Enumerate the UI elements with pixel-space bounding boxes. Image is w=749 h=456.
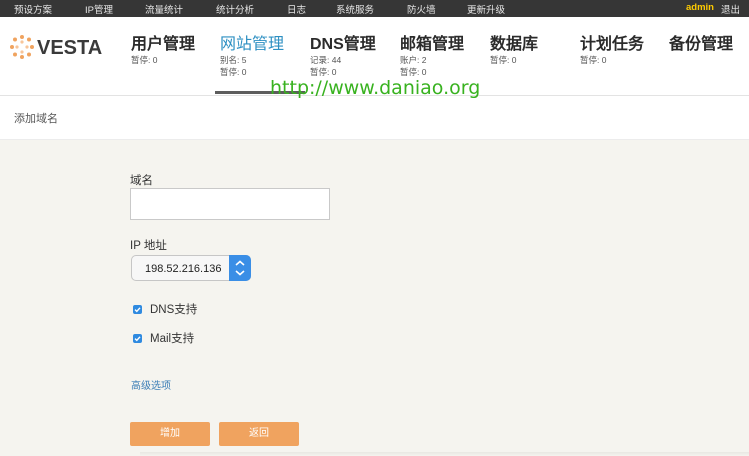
page-title: 添加域名 bbox=[14, 113, 58, 125]
checkmark-icon bbox=[134, 336, 141, 342]
top-menu-bar: 预设方案 IP管理 流量统计 统计分析 日志 系统服务 防火墙 更新升级 adm… bbox=[0, 0, 749, 17]
nav-web-title: 网站管理 bbox=[220, 36, 285, 53]
user-name-link[interactable]: admin bbox=[686, 2, 714, 13]
nav-cron-stat: 暂停: 0 bbox=[580, 55, 607, 65]
nav-mail-stat-accounts: 账户: 2 bbox=[400, 55, 427, 65]
mail-support-checkbox[interactable] bbox=[133, 334, 142, 343]
nav-web-stat-suspended: 暂停: 0 bbox=[220, 67, 247, 77]
top-menu-ip[interactable]: IP管理 bbox=[85, 2, 113, 16]
back-button[interactable]: 返回 bbox=[219, 422, 299, 446]
top-menu-traffic[interactable]: 流量统计 bbox=[145, 2, 183, 16]
watermark-text: http://www.daniao.org bbox=[270, 77, 481, 99]
ip-select[interactable]: 198.52.216.136 bbox=[131, 255, 251, 281]
mail-support-label: Mail支持 bbox=[150, 333, 195, 345]
checkmark-icon bbox=[134, 307, 141, 313]
nav-backup-title: 备份管理 bbox=[669, 36, 734, 53]
add-button[interactable]: 增加 bbox=[130, 422, 210, 446]
page-header: 添加域名 bbox=[0, 96, 749, 140]
select-arrows-icon bbox=[229, 255, 251, 281]
top-menu-services[interactable]: 系统服务 bbox=[336, 2, 374, 16]
nav-db-stat: 暂停: 0 bbox=[490, 55, 517, 65]
nav-cron-title: 计划任务 bbox=[580, 36, 645, 53]
nav-web-stat-aliases: 别名: 5 bbox=[220, 55, 247, 65]
top-menu-firewall[interactable]: 防火墙 bbox=[407, 2, 436, 16]
nav-users-title: 用户管理 bbox=[131, 36, 196, 53]
top-menu-packages[interactable]: 预设方案 bbox=[14, 2, 52, 16]
ip-label: IP 地址 bbox=[130, 240, 167, 252]
advanced-options-link[interactable]: 高级选项 bbox=[131, 377, 171, 392]
dns-support-label: DNS支持 bbox=[150, 304, 198, 316]
logout-link[interactable]: 退出 bbox=[721, 2, 740, 16]
nav-users-stat: 暂停: 0 bbox=[131, 55, 158, 65]
top-menu-updates[interactable]: 更新升级 bbox=[467, 2, 505, 16]
domain-label: 域名 bbox=[130, 175, 153, 187]
vesta-logo-icon bbox=[10, 35, 34, 59]
nav-db-title: 数据库 bbox=[490, 36, 539, 53]
ip-select-value: 198.52.216.136 bbox=[145, 263, 222, 275]
top-menu-log[interactable]: 日志 bbox=[287, 2, 306, 16]
logo-text: VESTA bbox=[37, 37, 103, 59]
top-menu-stats[interactable]: 统计分析 bbox=[216, 2, 254, 16]
form-bottom-divider bbox=[140, 452, 749, 456]
nav-dns-title: DNS管理 bbox=[310, 36, 376, 53]
dns-support-checkbox[interactable] bbox=[133, 305, 142, 314]
add-domain-form: 域名 IP 地址 198.52.216.136 DNS支持 Mail支持 高级选… bbox=[0, 140, 749, 456]
nav-mail-title: 邮箱管理 bbox=[400, 36, 465, 53]
nav-dns-stat-records: 记录: 44 bbox=[310, 55, 342, 65]
domain-input[interactable] bbox=[130, 188, 330, 220]
